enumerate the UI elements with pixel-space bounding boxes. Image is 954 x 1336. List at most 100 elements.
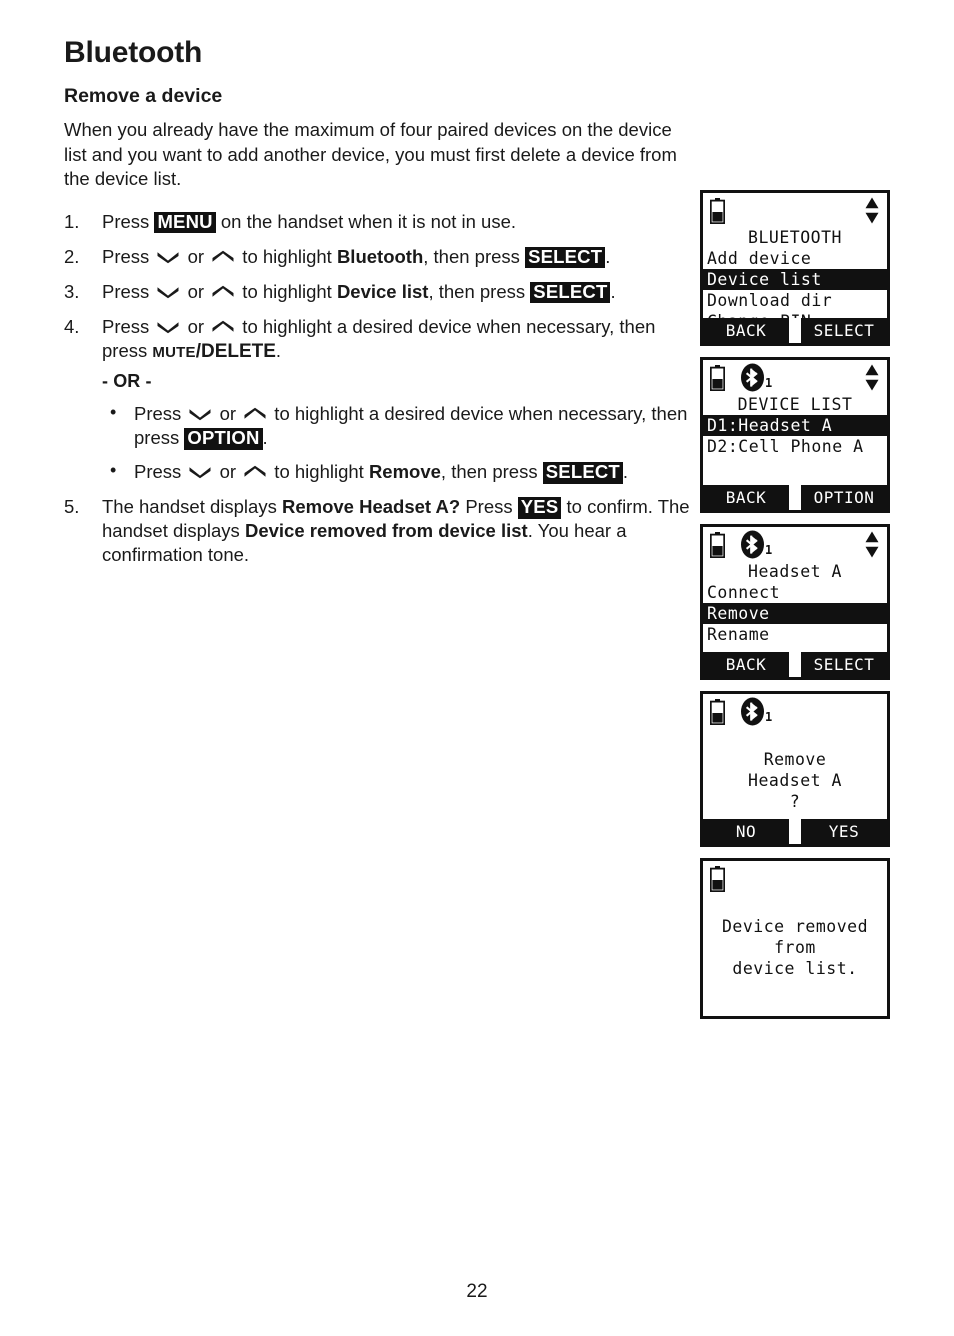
lcd-row[interactable]: Connect [703, 582, 887, 603]
lcd-row[interactable]: Rename [703, 624, 887, 645]
step-5-text-part-1: The handset displays [102, 496, 282, 518]
bluetooth-icon [739, 697, 766, 726]
lcd-status-bar: 1 [703, 360, 887, 394]
lcd-title: Headset A [748, 562, 842, 581]
lcd-body: BLUETOOTH Add device Device list Download d… [703, 193, 887, 318]
softkey-right[interactable]: SELECT [801, 318, 887, 343]
lcd-body: 1 Remove Headset A? [703, 694, 887, 819]
lcd-row[interactable]: Device removed [703, 916, 887, 937]
lcd-body: Device removed from device list. [703, 861, 887, 1016]
softkey-left[interactable]: BACK [703, 652, 789, 677]
step-3-text-part-3: , then press [428, 280, 531, 302]
lcd-row-selected[interactable]: D1:Headset A [703, 415, 887, 436]
lcd-status-bar: 1 [703, 694, 887, 728]
step-2-text-part-1: Press [102, 245, 155, 267]
softkey-right[interactable]: SELECT [801, 652, 887, 677]
step-2-target: Bluetooth [336, 245, 424, 267]
softkey-divider [789, 819, 801, 844]
chevron-down-icon [156, 320, 180, 334]
chevron-down-icon [188, 465, 212, 479]
step-4: 4. Press or to highlight a desired devic… [64, 315, 694, 484]
chevron-up-icon [243, 465, 267, 479]
lcd-body: 1 Headset A Connect Remove Rename [703, 527, 887, 652]
lcd-row[interactable]: ? [703, 791, 887, 812]
battery-icon [709, 532, 726, 559]
bullet-1-text-part-1: Press [134, 402, 187, 424]
bullet-1-text-part-3: . [262, 426, 268, 448]
battery-icon [709, 365, 726, 392]
lcd-screenshot-column: BLUETOOTH Add device Device list Download d… [700, 190, 892, 1030]
menu-key-label: MENU [154, 211, 216, 234]
bullet-1-or: or [214, 402, 242, 424]
softkey-divider [789, 318, 801, 343]
select-key-label: SELECT [542, 461, 623, 484]
softkey-divider [789, 485, 801, 510]
lcd-row[interactable]: from [703, 937, 887, 958]
or-divider: - OR - [102, 371, 152, 392]
battery-icon [709, 699, 726, 726]
step-5-prompt: Remove Headset A? [281, 496, 461, 518]
bullet-2-text-part-3: , then press [440, 460, 543, 482]
scroll-updown-icon [864, 531, 880, 558]
lcd-row[interactable] [703, 895, 887, 916]
bullet-icon: • [110, 401, 117, 422]
lcd-status-bar [703, 861, 887, 895]
battery-icon [709, 866, 726, 893]
instruction-column: Bluetooth Remove a device When you alrea… [64, 36, 694, 578]
intro-paragraph: When you already have the maximum of fou… [64, 119, 677, 190]
step-4-or: or [182, 315, 210, 337]
step-3-target: Device list [336, 280, 429, 302]
step-4-text-part-1: Press [102, 315, 155, 337]
bullet-2-text-part-4: . [622, 460, 629, 482]
step-2-or: or [182, 245, 210, 267]
lcd-title: DEVICE LIST [737, 395, 853, 414]
lcd-row[interactable]: Remove [703, 749, 887, 770]
lcd-row[interactable]: Add device [703, 248, 887, 269]
chevron-up-icon [211, 320, 235, 334]
lcd-softkey-bar: BACK SELECT [703, 652, 887, 677]
step-3-text-part-1: Press [102, 280, 155, 302]
manual-page: Bluetooth Remove a device When you alrea… [0, 0, 954, 1336]
bluetooth-icon [739, 530, 766, 559]
battery-icon [709, 198, 726, 225]
step-2-text-part-3: , then press [423, 245, 526, 267]
lcd-body: 1 DEVICE LIST D1:Headset A D2:Cell Phone A [703, 360, 887, 485]
lcd-row[interactable]: Headset A [703, 770, 887, 791]
chevron-down-icon [156, 250, 180, 264]
softkey-divider [789, 652, 801, 677]
softkey-left[interactable]: BACK [703, 318, 789, 343]
select-key-label: SELECT [530, 281, 611, 304]
lcd-softkey-bar: BACK OPTION [703, 485, 887, 510]
step-3-or: or [182, 280, 210, 302]
softkey-left[interactable]: BACK [703, 485, 789, 510]
step-2-text-part-2: to highlight [237, 245, 337, 267]
softkey-left[interactable]: NO [703, 819, 789, 844]
delete-key-label: /DELETE [195, 340, 276, 362]
lcd-row[interactable]: D2:Cell Phone A [703, 436, 887, 457]
lcd-row-selected[interactable]: Remove [703, 603, 887, 624]
lcd-screen-device-list: 1 DEVICE LIST D1:Headset A D2:Cell Phone A B… [700, 357, 890, 513]
lcd-row[interactable] [703, 728, 887, 749]
lcd-softkey-bar: NO YES [703, 819, 887, 844]
yes-key-label: YES [517, 496, 562, 519]
bullet-icon: • [110, 459, 117, 480]
lcd-row[interactable]: Download dir [703, 290, 887, 311]
step-3: 3. Press or to highlight Device list, th… [64, 280, 694, 304]
step-4-alternatives: • Press or to highlight a desired device… [102, 402, 694, 484]
step-4-number: 4. [64, 315, 80, 337]
lcd-title: BLUETOOTH [748, 228, 842, 247]
softkey-right[interactable]: YES [801, 819, 887, 844]
step-2-text-part-4: . [605, 245, 611, 267]
bullet-2-target: Remove [368, 460, 441, 482]
lcd-row-selected[interactable]: Device list [703, 269, 887, 290]
option-key-label: OPTION [184, 427, 263, 450]
lcd-screen-remove-confirm: 1 Remove Headset A? NO YES [700, 691, 890, 847]
chevron-down-icon [156, 285, 180, 299]
lcd-row[interactable]: device list. [703, 958, 887, 979]
lcd-row[interactable]: Change PIN [703, 311, 887, 318]
bluetooth-device-count: 1 [765, 710, 773, 724]
softkey-right[interactable]: OPTION [801, 485, 887, 510]
step-2-number: 2. [64, 245, 80, 267]
step-4-bullet-1: • Press or to highlight a desired device… [102, 402, 694, 450]
bullet-2-text-part-1: Press [134, 460, 187, 482]
